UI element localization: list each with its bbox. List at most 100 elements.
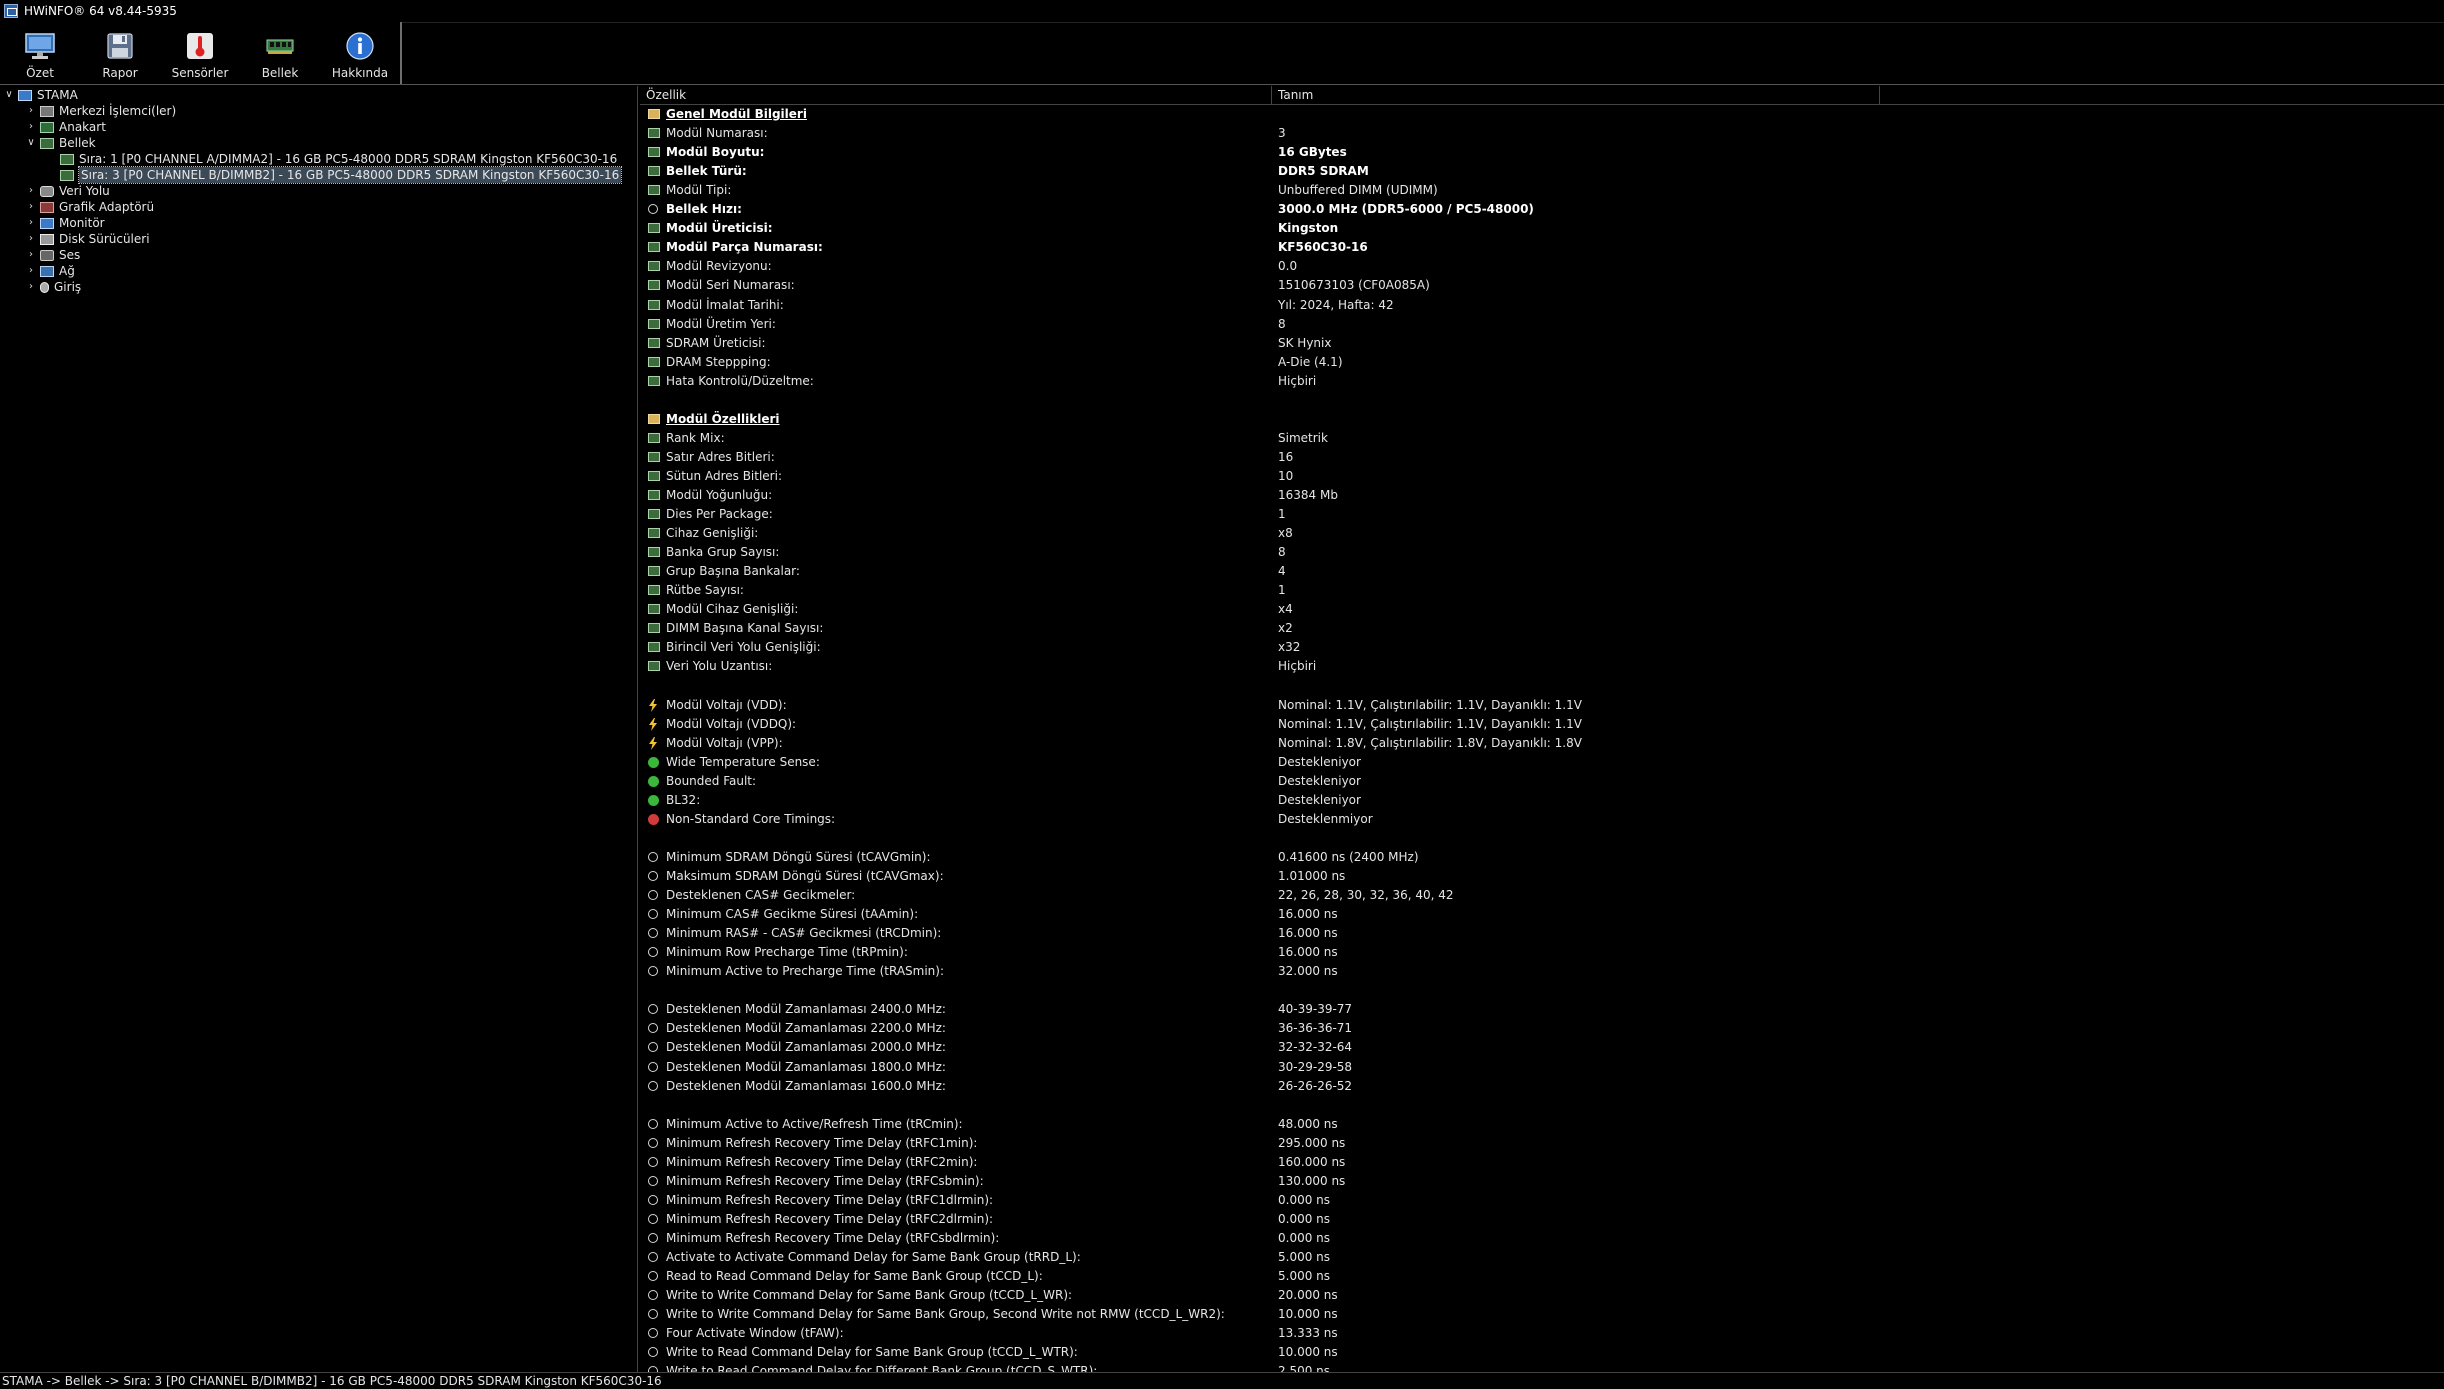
property-row[interactable]: Sütun Adres Bitleri: 10 [640,467,2444,486]
property-row[interactable]: Write to Write Command Delay for Same Ba… [640,1286,2444,1305]
property-row[interactable]: Desteklenen Modül Zamanlaması 2000.0 MHz… [640,1038,2444,1057]
property-row[interactable]: Modül Seri Numarası: 1510673103 (CF0A085A… [640,276,2444,295]
expand-icon[interactable]: › [26,231,36,247]
property-row[interactable]: BL32: Destekleniyor [640,791,2444,810]
property-row[interactable]: Minimum Refresh Recovery Time Delay (tRF… [640,1153,2444,1172]
summary-button[interactable]: Özet [0,22,80,84]
property-row[interactable]: Rütbe Sayısı: 1 [640,581,2444,600]
expand-icon[interactable]: › [26,199,36,215]
tree-item-gpu[interactable]: › Grafik Adaptörü [26,199,154,215]
property-row[interactable]: Minimum Refresh Recovery Time Delay (tRF… [640,1191,2444,1210]
property-row[interactable]: Modül Voltajı (VDD): Nominal: 1.1V, Çalış… [640,696,2444,715]
tree-item-motherboard[interactable]: › Anakart [26,119,106,135]
property-row[interactable]: Minimum CAS# Gecikme Süresi (tAAmin): 16.… [640,905,2444,924]
property-row[interactable]: Modül Revizyonu: 0.0 [640,257,2444,276]
property-row[interactable]: Desteklenen Modül Zamanlaması 1800.0 MHz… [640,1058,2444,1077]
property-row[interactable]: Banka Grup Sayısı: 8 [640,543,2444,562]
property-row[interactable]: Modül Yoğunluğu: 16384 Mb [640,486,2444,505]
property-row[interactable]: Minimum Refresh Recovery Time Delay (tRF… [640,1229,2444,1248]
memory-button[interactable]: Bellek [240,22,320,84]
expand-icon[interactable]: › [26,263,36,279]
property-row[interactable]: Bounded Fault: Destekleniyor [640,772,2444,791]
property-row[interactable]: Bellek Türü: DDR5 SDRAM [640,162,2444,181]
expand-icon[interactable]: › [26,247,36,263]
property-row[interactable]: SDRAM Üreticisi: SK Hynix [640,334,2444,353]
property-row[interactable]: Modül Parça Numarası: KF560C30-16 [640,238,2444,257]
tree-root[interactable]: ∨ STAMA [4,87,77,103]
expand-icon[interactable]: › [26,119,36,135]
property-row[interactable]: Modül Boyutu: 16 GBytes [640,143,2444,162]
property-value: 8 [1278,545,1286,560]
property-row[interactable]: Minimum Refresh Recovery Time Delay (tRF… [640,1172,2444,1191]
property-row[interactable]: Desteklenen Modül Zamanlaması 2200.0 MHz… [640,1019,2444,1038]
report-button[interactable]: Rapor [80,22,160,84]
collapse-icon[interactable]: ∨ [26,135,36,151]
property-row[interactable]: Minimum Active to Precharge Time (tRASmi… [640,962,2444,981]
tree-item-bus[interactable]: › Veri Yolu [26,183,110,199]
property-row[interactable]: Grup Başına Bankalar: 4 [640,562,2444,581]
tree-item-input[interactable]: › Giriş [26,279,81,295]
device-tree[interactable]: ∨ STAMA › Merkezi İşlemci(ler) › Anakart… [0,86,638,1372]
property-row[interactable]: Minimum Active to Active/Refresh Time (t… [640,1115,2444,1134]
tree-item-memory[interactable]: ∨ Bellek [26,135,95,151]
property-row[interactable]: Desteklenen Modül Zamanlaması 1600.0 MHz… [640,1077,2444,1096]
property-row[interactable]: Maksimum SDRAM Döngü Süresi (tCAVGmax): 1… [640,867,2444,886]
property-row[interactable]: Desteklenen Modül Zamanlaması 2400.0 MHz… [640,1000,2444,1019]
tree-item-dimm-3[interactable]: Sıra: 3 [P0 CHANNEL B/DIMMB2] - 16 GB PC… [60,166,623,184]
tree-item-dimm-1[interactable]: Sıra: 1 [P0 CHANNEL A/DIMMA2] - 16 GB PC… [60,151,617,167]
property-row[interactable]: Write to Read Command Delay for Same Ban… [640,1343,2444,1362]
about-button[interactable]: Hakkında [320,22,400,84]
property-row[interactable]: Write to Write Command Delay for Same Ba… [640,1305,2444,1324]
property-row[interactable]: Modül Üreticisi: Kingston [640,219,2444,238]
sensors-button[interactable]: Sensörler [160,22,240,84]
property-row[interactable]: Modül Tipi: Unbuffered DIMM (UDIMM) [640,181,2444,200]
property-row[interactable]: Minimum SDRAM Döngü Süresi (tCAVGmin): 0.… [640,848,2444,867]
column-header-property[interactable]: Özellik [640,86,1272,104]
expand-icon[interactable]: › [26,215,36,231]
tree-item-drives[interactable]: › Disk Sürücüleri [26,231,150,247]
property-row[interactable]: Cihaz Genişliği: x8 [640,524,2444,543]
property-row[interactable]: DIMM Başına Kanal Sayısı: x2 [640,619,2444,638]
property-row[interactable]: Four Activate Window (tFAW): 13.333 ns [640,1324,2444,1343]
property-name: Modül Cihaz Genişliği: [666,602,799,617]
properties-panel[interactable]: Özellik Tanım Genel Modül Bilgileri Modül… [640,86,2444,1372]
memory-module-icon [60,169,74,181]
tree-item-monitor[interactable]: › Monitör [26,215,105,231]
clock-icon [648,204,658,215]
property-row[interactable]: Activate to Activate Command Delay for S… [640,1248,2444,1267]
property-row[interactable]: Read to Read Command Delay for Same Bank… [640,1267,2444,1286]
property-row[interactable]: Birincil Veri Yolu Genişliği: x32 [640,638,2444,657]
property-row[interactable]: Minimum Refresh Recovery Time Delay (tRF… [640,1210,2444,1229]
property-row[interactable]: Minimum RAS# - CAS# Gecikmesi (tRCDmin):… [640,924,2444,943]
property-value: Simetrik [1278,430,1328,445]
property-row[interactable]: Modül İmalat Tarihi: Yıl: 2024, Hafta: 42 [640,296,2444,315]
property-row[interactable]: Minimum Refresh Recovery Time Delay (tRF… [640,1134,2444,1153]
property-row[interactable]: Write to Read Command Delay for Differen… [640,1362,2444,1372]
property-row[interactable]: Minimum Row Precharge Time (tRPmin): 16.0… [640,943,2444,962]
expand-icon[interactable]: › [26,183,36,199]
expand-icon[interactable]: › [26,103,36,119]
property-row[interactable]: Hata Kontrolü/Düzeltme: Hiçbiri [640,372,2444,391]
property-row[interactable]: Veri Yolu Uzantısı: Hiçbiri [640,657,2444,676]
collapse-icon[interactable]: ∨ [4,87,14,103]
column-header-value[interactable]: Tanım [1272,86,1880,104]
property-row[interactable]: Dies Per Package: 1 [640,505,2444,524]
property-row[interactable]: DRAM Steppping: A-Die (4.1) [640,353,2444,372]
property-row[interactable]: Modül Üretim Yeri: 8 [640,315,2444,334]
property-row[interactable]: Non-Standard Core Timings: Desteklenmiyor [640,810,2444,829]
property-row[interactable]: Desteklenen CAS# Gecikmeler: 22, 26, 28, … [640,886,2444,905]
property-row[interactable]: Rank Mix: Simetrik [640,429,2444,448]
tree-item-network[interactable]: › Ağ [26,263,75,279]
property-row[interactable]: Bellek Hızı: 3000.0 MHz (DDR5-6000 / PC5-… [640,200,2444,219]
property-row[interactable]: Modül Numarası: 3 [640,124,2444,143]
property-row[interactable]: Wide Temperature Sense: Destekleniyor [640,753,2444,772]
property-row[interactable]: Modül Cihaz Genişliği: x4 [640,600,2444,619]
property-row[interactable]: Modül Özellikleri [640,410,2444,429]
tree-item-audio[interactable]: › Ses [26,247,80,263]
expand-icon[interactable]: › [26,279,36,295]
property-row[interactable]: Satır Adres Bitleri: 16 [640,448,2444,467]
property-row[interactable]: Modül Voltajı (VDDQ): Nominal: 1.1V, Çalı… [640,715,2444,734]
property-row[interactable]: Modül Voltajı (VPP): Nominal: 1.8V, Çalış… [640,734,2444,753]
property-row[interactable]: Genel Modül Bilgileri [640,105,2444,124]
tree-item-cpu[interactable]: › Merkezi İşlemci(ler) [26,103,176,119]
